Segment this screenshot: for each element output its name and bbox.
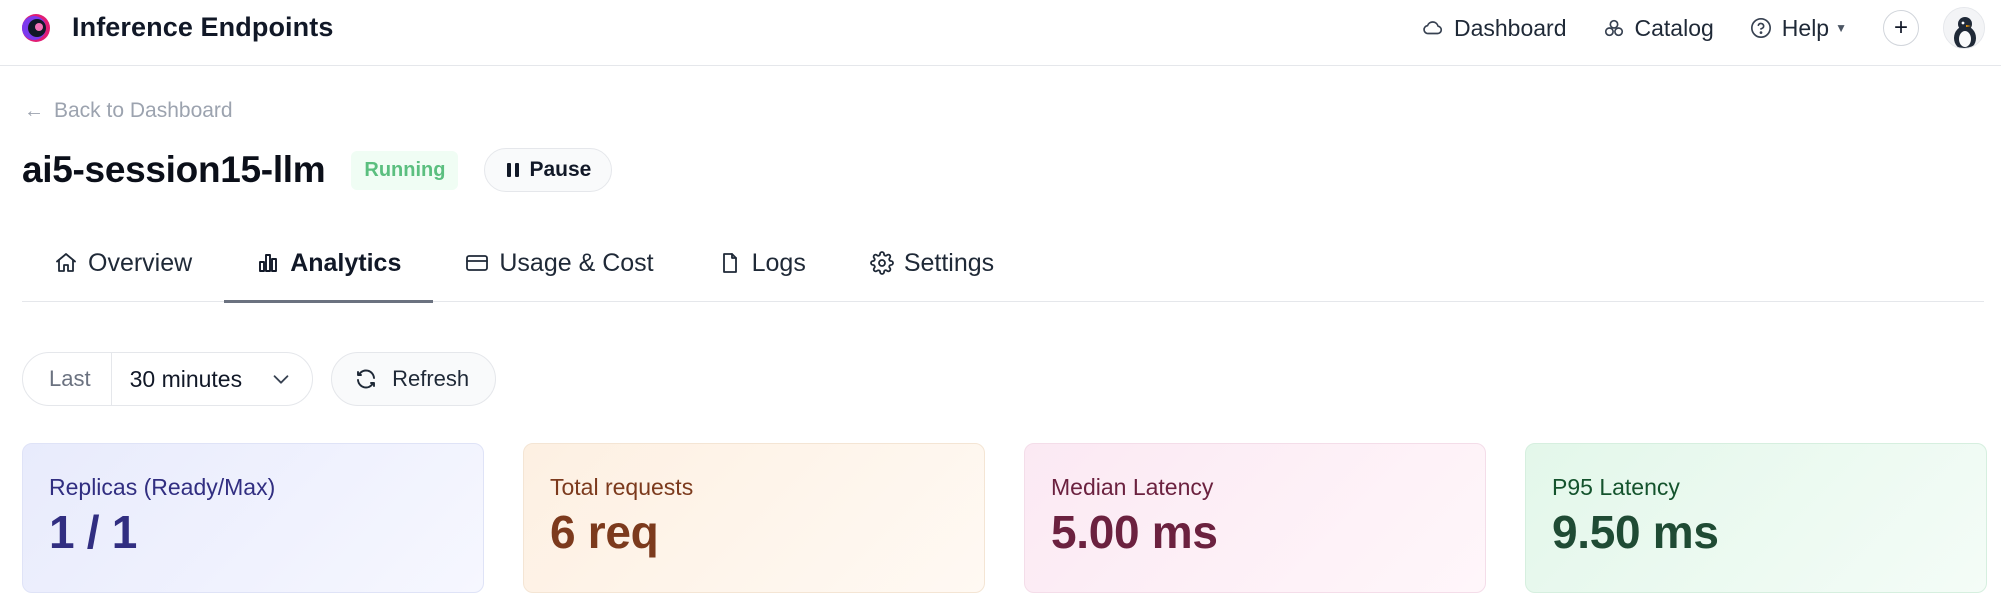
app-title[interactable]: Inference Endpoints [72, 12, 333, 43]
file-icon [722, 253, 737, 273]
metric-card-replicas: Replicas (Ready/Max) 1 / 1 [22, 443, 484, 593]
add-button[interactable]: + [1883, 10, 1919, 46]
home-icon [56, 253, 76, 272]
top-header: Inference Endpoints Dashboard Catalog He… [0, 0, 2001, 66]
user-avatar[interactable] [1943, 7, 1985, 49]
pause-button[interactable]: Pause [484, 148, 613, 192]
credit-card-icon [466, 255, 489, 271]
nav-help-label: Help [1781, 14, 1830, 41]
nav-catalog-link[interactable]: Catalog [1603, 15, 1714, 42]
refresh-button[interactable]: Refresh [331, 352, 497, 406]
catalog-icon [1604, 19, 1623, 37]
metric-cards: Replicas (Ready/Max) 1 / 1 Total request… [22, 443, 1987, 593]
pause-button-label: Pause [529, 158, 592, 181]
endpoint-title-row: ai5-session15-llm Running Pause [22, 148, 613, 192]
metric-label: Total requests [550, 474, 694, 500]
tab-analytics[interactable]: Analytics [224, 232, 434, 303]
tab-overview-label: Overview [88, 248, 193, 277]
metric-label: Replicas (Ready/Max) [49, 474, 276, 500]
tab-logs[interactable]: Logs [686, 232, 838, 302]
bar-chart-icon [259, 254, 278, 272]
tab-analytics-label: Analytics [290, 248, 402, 277]
status-badge: Running [351, 150, 459, 190]
metric-card-median-latency: Median Latency 5.00 ms [1024, 443, 1486, 593]
tab-settings[interactable]: Settings [838, 232, 1026, 302]
top-nav: Dashboard Catalog Help ▼ + [1422, 0, 2001, 56]
arrow-left-icon: ← [24, 99, 44, 122]
time-range-value: 30 minutes [129, 365, 243, 392]
nav-dashboard-link[interactable]: Dashboard [1422, 15, 1567, 42]
pause-icon [507, 163, 520, 177]
tab-usage-cost-label: Usage & Cost [499, 248, 654, 277]
caret-down-icon: ▼ [1835, 21, 1847, 35]
tab-logs-label: Logs [751, 248, 806, 277]
help-icon [1750, 18, 1771, 38]
nav-dashboard-label: Dashboard [1453, 14, 1567, 41]
endpoint-name: ai5-session15-llm [22, 149, 326, 190]
time-range-prefix: Last [23, 353, 112, 405]
metric-card-total-requests: Total requests 6 req [523, 443, 985, 593]
back-to-dashboard-link[interactable]: ← Back to Dashboard [24, 99, 233, 123]
metric-value: 5.00 ms [1051, 506, 1218, 558]
tab-overview[interactable]: Overview [22, 232, 224, 302]
metric-label: P95 Latency [1552, 474, 1680, 500]
tab-usage-cost[interactable]: Usage & Cost [433, 232, 685, 302]
nav-help-link[interactable]: Help ▼ [1750, 15, 1847, 42]
refresh-button-label: Refresh [392, 366, 470, 391]
plus-icon: + [1893, 14, 1908, 41]
inference-endpoints-logo-icon[interactable] [20, 10, 56, 46]
time-range-dropdown[interactable]: 30 minutes [112, 353, 313, 405]
refresh-icon [357, 369, 376, 389]
metric-label: Median Latency [1051, 474, 1214, 500]
analytics-controls: Last 30 minutes Refresh [22, 352, 497, 406]
metric-value: 9.50 ms [1552, 506, 1719, 558]
tab-settings-label: Settings [903, 248, 995, 277]
metric-card-p95-latency: P95 Latency 9.50 ms [1525, 443, 1987, 593]
metric-value: 1 / 1 [49, 506, 138, 558]
endpoint-tabs: Overview Analytics Usage & Cost Logs Set… [22, 232, 1984, 303]
back-link-label: Back to Dashboard [54, 99, 233, 122]
nav-catalog-label: Catalog [1634, 14, 1714, 41]
cloud-icon [1423, 21, 1443, 35]
chevron-down-icon [273, 375, 289, 384]
metric-value: 6 req [550, 506, 659, 558]
time-range-selector[interactable]: Last 30 minutes [22, 352, 314, 406]
gear-icon [869, 251, 894, 275]
